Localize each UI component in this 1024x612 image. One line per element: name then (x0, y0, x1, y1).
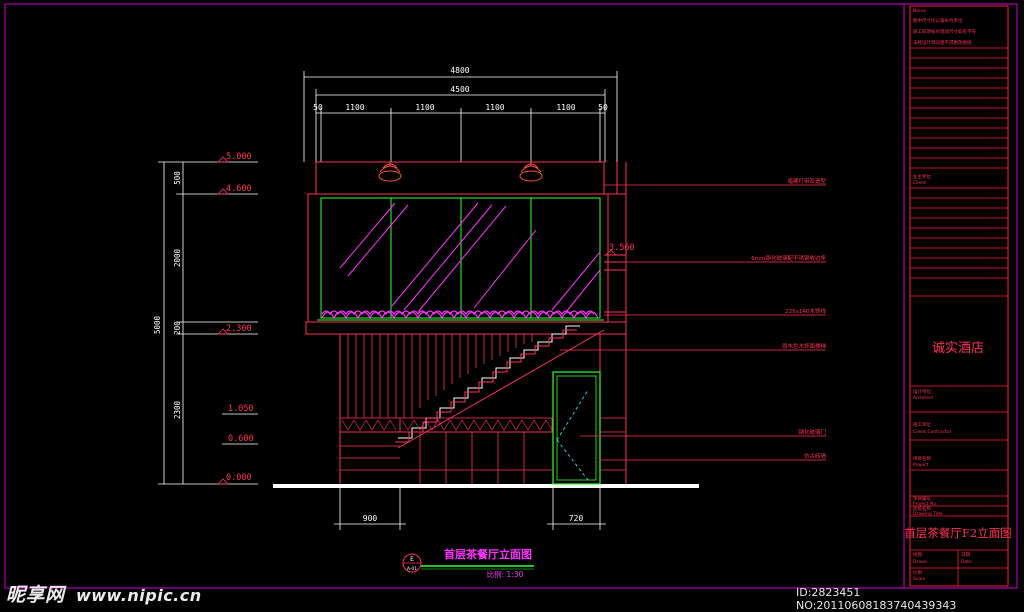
contractor-label-en: Cilent Contractor (913, 429, 952, 435)
symbol-bottom: A-01 (407, 566, 417, 572)
wood-slat-wall (347, 334, 533, 418)
level-5000: 5.000 (226, 152, 252, 162)
scale-label-en: Scale (913, 576, 925, 582)
notes-line-3: 未经设计师同意不得更改图纸 (913, 39, 972, 46)
project-label-cn: 项目名称 (913, 455, 931, 462)
watermark-logo: 昵享网 www.nipic.cn (6, 580, 202, 607)
level-1050: 1.050 (228, 404, 254, 414)
drawing-scale: 比例: 1:30 (487, 569, 524, 579)
scale-label-cn: 比例 (913, 569, 922, 576)
dim-left-seg-1: 500 (173, 171, 182, 185)
title-block: Notes 图中尺寸均以毫米为单位 施工前请核对现场尺寸如有不符 未经设计师同意… (904, 5, 1012, 587)
watermark-url: www.nipic.cn (75, 586, 202, 605)
outer-frame (4, 3, 1018, 589)
project-label-en: Project (913, 462, 929, 468)
bottom-dimensions (334, 488, 606, 530)
level-0000: 0.000 (226, 473, 252, 483)
level-0600: 0.600 (228, 434, 254, 444)
dim-top-overall: 4800 (450, 66, 469, 75)
dim-bottom-right: 720 (569, 514, 584, 523)
client-label-en: Client (913, 180, 926, 186)
project-no-label-cn: 项目编号 (913, 495, 931, 502)
dim-left-seg-4: 2300 (173, 400, 182, 419)
symbol-top: E (410, 556, 414, 563)
cad-drawing-canvas: Notes 图中尺寸均以毫米为单位 施工前请核对现场尺寸如有不符 未经设计师同意… (4, 3, 1018, 589)
dim-bottom-left: 900 (363, 514, 378, 523)
drawing-title-label-en: Drawing Title (913, 511, 943, 517)
dim-left-seg-3: 200 (173, 321, 182, 335)
dim-top-seg-2: 1100 (345, 103, 364, 112)
glass-reflections (339, 202, 601, 313)
hotel-name: 诚实酒店 (932, 341, 984, 356)
level-4600: 4.600 (226, 184, 252, 194)
annotation-2: 6mm钢化玻璃配不锈钢收边条 (751, 254, 826, 262)
date-label-cn: 日期 (961, 552, 970, 558)
architect-label-en: Architect (913, 395, 933, 401)
annotation-6: 仿古砖墙 (804, 452, 827, 460)
contractor-label-cn: 施工单位 (913, 421, 931, 428)
pendant-lamp-right (519, 162, 543, 182)
annotation-4: 原木色木饰面楼梯 (782, 342, 827, 350)
level-2300: 2.300 (226, 324, 252, 334)
drawing-title-main: 首层茶餐厅立面图 (444, 547, 532, 561)
notes-line-2: 施工前请核对现场尺寸如有不符 (913, 28, 976, 35)
ground-line (273, 484, 699, 488)
dim-top-seg-6: 50 (598, 103, 608, 112)
drawn-label-en: Drawn (913, 559, 928, 565)
dim-top-seg-1: 50 (313, 103, 323, 112)
client-label-cn: 业主单位 (913, 173, 931, 180)
notes-label: Notes (913, 8, 927, 14)
architect-label-cn: 设计单位 (913, 388, 931, 395)
dim-top-seg-4: 1100 (485, 103, 504, 112)
elevation (273, 161, 699, 488)
image-id-line: ID:2823451 NO:20110608183740439343 (796, 586, 957, 612)
dim-left-overall: 5000 (153, 315, 162, 334)
dim-top-seg-5: 1100 (556, 103, 575, 112)
drawn-label-cn: 绘图 (913, 551, 922, 558)
drawing-title-label-cn: 图纸名称 (913, 505, 931, 512)
notes-line-1: 图中尺寸均以毫米为单位 (913, 17, 963, 24)
dim-top-inner: 4500 (450, 85, 469, 94)
annotation-1: 暗藏灯带及造型 (787, 177, 826, 185)
decorative-trim (321, 310, 599, 320)
annotation-5: 钢化玻璃门 (798, 428, 826, 436)
annotation-3: 225x140木饰线 (785, 307, 826, 315)
drawing-title: 首层茶餐厅F2立面图 (904, 526, 1011, 540)
watermark-brand: 昵享网 (6, 584, 65, 606)
date-label-en: Date (961, 559, 972, 565)
pendant-lamp-left (378, 162, 402, 182)
glass-door (552, 371, 601, 485)
dim-top-seg-3: 1100 (415, 103, 434, 112)
dim-left-seg-2: 2000 (173, 248, 182, 267)
